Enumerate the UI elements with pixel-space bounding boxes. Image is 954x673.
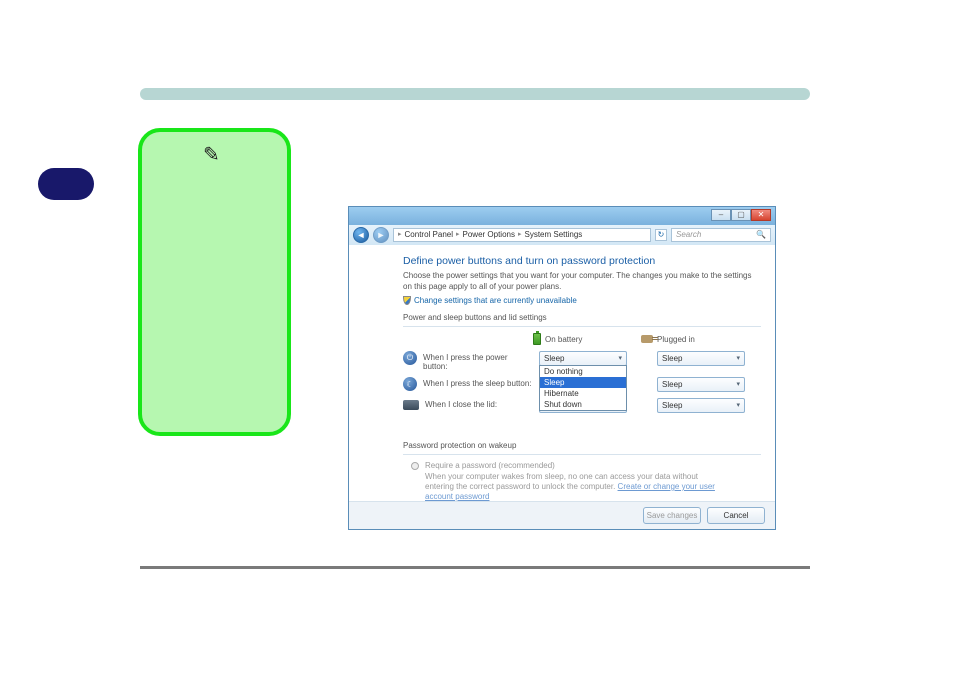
laptop-lid-icon bbox=[403, 400, 419, 410]
buttons-section-label: Power and sleep buttons and lid settings bbox=[403, 313, 761, 322]
col-header-plugged: Plugged in bbox=[641, 333, 731, 345]
col-header-battery-label: On battery bbox=[545, 335, 582, 344]
power-options-window: – ▢ ✕ ◄ ► ▸ Control Panel ▸ Power Option… bbox=[348, 206, 776, 530]
window-titlebar: – ▢ ✕ bbox=[349, 207, 775, 225]
note-callout-box bbox=[138, 128, 291, 436]
section-divider bbox=[403, 454, 761, 455]
column-headers: On battery Plugged in bbox=[533, 333, 761, 345]
dropdown-value: Sleep bbox=[662, 378, 682, 391]
window-body: Define power buttons and turn on passwor… bbox=[349, 245, 775, 501]
power-battery-dropdown[interactable]: Sleep ▾ bbox=[539, 351, 627, 366]
dropdown-list: Do nothing Sleep Hibernate Shut down bbox=[539, 365, 627, 411]
radio-require-label: Require a password (recommended) bbox=[425, 461, 555, 470]
nav-back-button[interactable]: ◄ bbox=[353, 227, 369, 243]
pencil-icon: ✎ bbox=[203, 142, 220, 167]
lid-plugged-dropdown[interactable]: Sleep ▾ bbox=[657, 398, 745, 413]
save-changes-button[interactable]: Save changes bbox=[643, 507, 701, 524]
page-description: Choose the power settings that you want … bbox=[403, 270, 761, 292]
window-footer: Save changes Cancel bbox=[349, 501, 775, 529]
decorative-blue-pill bbox=[38, 168, 94, 200]
breadcrumb[interactable]: ▸ Control Panel ▸ Power Options ▸ System… bbox=[393, 228, 651, 242]
refresh-button[interactable]: ↻ bbox=[655, 229, 667, 241]
close-button[interactable]: ✕ bbox=[751, 209, 771, 221]
dropdown-value: Sleep bbox=[544, 352, 564, 365]
password-section-label: Password protection on wakeup bbox=[403, 441, 761, 450]
plug-icon bbox=[641, 335, 653, 343]
page-heading: Define power buttons and turn on passwor… bbox=[403, 255, 761, 267]
battery-icon bbox=[533, 333, 541, 345]
row-sleep-label: When I press the sleep button: bbox=[423, 377, 533, 388]
cancel-button[interactable]: Cancel bbox=[707, 507, 765, 524]
dropdown-option[interactable]: Shut down bbox=[540, 399, 626, 410]
radio-icon bbox=[411, 462, 419, 470]
breadcrumb-item[interactable]: Power Options bbox=[463, 229, 515, 241]
search-icon: 🔍 bbox=[756, 229, 766, 241]
sleep-plugged-dropdown[interactable]: Sleep ▾ bbox=[657, 377, 745, 392]
nav-forward-button[interactable]: ► bbox=[373, 227, 389, 243]
moon-icon: ☾ bbox=[403, 377, 417, 391]
breadcrumb-item[interactable]: System Settings bbox=[525, 229, 583, 241]
chevron-down-icon: ▾ bbox=[736, 399, 740, 412]
minimize-button[interactable]: – bbox=[711, 209, 731, 221]
dropdown-option-selected[interactable]: Sleep bbox=[540, 377, 626, 388]
decorative-bottom-rule bbox=[140, 566, 810, 569]
change-unavailable-link-text: Change settings that are currently unava… bbox=[414, 296, 577, 305]
chevron-down-icon: ▾ bbox=[736, 378, 740, 391]
chevron-right-icon: ▸ bbox=[398, 229, 402, 241]
window-controls: – ▢ ✕ bbox=[711, 209, 771, 221]
col-header-battery: On battery bbox=[533, 333, 623, 345]
row-power-button: ⏻ When I press the power button: Sleep ▾… bbox=[403, 351, 761, 371]
row-power-label: When I press the power button: bbox=[423, 351, 533, 371]
search-placeholder: Search bbox=[676, 229, 701, 241]
chevron-down-icon: ▾ bbox=[736, 352, 740, 365]
decorative-teal-bar bbox=[140, 88, 810, 100]
dropdown-option[interactable]: Hibernate bbox=[540, 388, 626, 399]
radio-require-password: Require a password (recommended) bbox=[411, 461, 761, 470]
chevron-right-icon: ▸ bbox=[518, 229, 522, 241]
power-battery-dropdown-open[interactable]: Sleep ▾ Do nothing Sleep Hibernate Shut … bbox=[539, 351, 627, 366]
search-input[interactable]: Search 🔍 bbox=[671, 228, 771, 242]
dropdown-value: Sleep bbox=[662, 352, 682, 365]
chevron-down-icon: ▾ bbox=[618, 352, 622, 365]
power-plugged-dropdown[interactable]: Sleep ▾ bbox=[657, 351, 745, 366]
address-bar: ◄ ► ▸ Control Panel ▸ Power Options ▸ Sy… bbox=[349, 225, 775, 245]
change-unavailable-link[interactable]: Change settings that are currently unava… bbox=[403, 296, 761, 305]
chevron-right-icon: ▸ bbox=[456, 229, 460, 241]
breadcrumb-item[interactable]: Control Panel bbox=[405, 229, 453, 241]
section-divider bbox=[403, 326, 761, 327]
shield-icon bbox=[403, 296, 411, 305]
row-lid-label: When I close the lid: bbox=[425, 398, 533, 409]
dropdown-option[interactable]: Do nothing bbox=[540, 366, 626, 377]
dropdown-value: Sleep bbox=[662, 399, 682, 412]
col-header-plugged-label: Plugged in bbox=[657, 335, 695, 344]
power-icon: ⏻ bbox=[403, 351, 417, 365]
maximize-button[interactable]: ▢ bbox=[731, 209, 751, 221]
radio-require-desc: When your computer wakes from sleep, no … bbox=[425, 472, 725, 501]
